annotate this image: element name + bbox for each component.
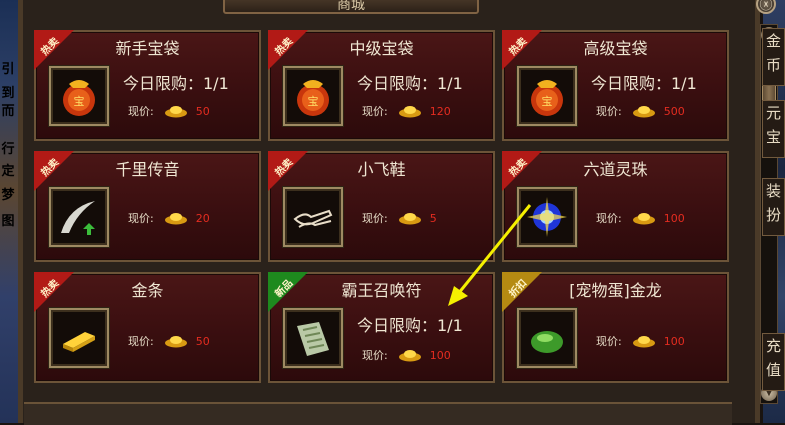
purchase-limit: 今日限购：1/1 (591, 74, 697, 93)
svg-text:宝: 宝 (74, 94, 85, 108)
price-row: 现价: 100 (596, 209, 685, 227)
price-label: 现价: (362, 105, 388, 118)
item-icon-slot[interactable] (517, 187, 577, 247)
item-name: 六道灵珠 (583, 160, 648, 179)
svg-text:宝: 宝 (308, 94, 319, 108)
price-label: 现价: (128, 335, 154, 348)
lucky-bag-icon: 宝 (297, 80, 329, 116)
shop-item-card[interactable]: 热卖 小飞鞋 现价: 5 (268, 151, 495, 262)
chat-glyph: 到 (1, 86, 15, 101)
price-label: 现价: (128, 212, 154, 225)
item-name: 金条 (131, 281, 164, 300)
price-row: 现价: 5 (362, 209, 437, 227)
shop-item-card[interactable]: 热卖 高级宝袋 宝 今日限购：1/1 现价: 500 (502, 30, 729, 141)
shop-window: 商城 ⓧ 热卖 新手宝袋 宝 今日限购：1/1 现价: 50 热卖 中级宝袋 宝… (18, 0, 778, 423)
item-icon-slot[interactable]: 宝 (283, 66, 343, 126)
flying-shoe-icon (293, 209, 333, 228)
lucky-bag-icon: 宝 (531, 80, 563, 116)
shop-item-card[interactable]: 折扣 [宠物蛋]金龙 现价: 100 (502, 272, 729, 383)
shop-bottom-bar (24, 402, 732, 425)
price-value: 100 (663, 334, 685, 348)
gold-ingot-icon (632, 106, 655, 118)
price-value: 120 (429, 104, 451, 118)
item-name: 千里传音 (115, 160, 180, 179)
item-name: 霸王召唤符 (341, 281, 422, 300)
item-icon-slot[interactable] (49, 187, 109, 247)
price-value: 20 (195, 211, 210, 225)
purchase-limit: 今日限购：1/1 (123, 74, 229, 93)
price-value: 100 (429, 348, 451, 362)
gold-ingot-icon (164, 106, 187, 118)
summon-talisman-icon (297, 322, 329, 356)
side-tab-yuanbao[interactable]: 元宝 (762, 100, 785, 158)
item-name: 新手宝袋 (115, 39, 180, 58)
item-icon-slot[interactable] (517, 308, 577, 368)
price-value: 500 (663, 104, 685, 118)
item-icon-slot[interactable] (283, 187, 343, 247)
horn-icon (61, 201, 95, 235)
price-label: 现价: (362, 349, 388, 362)
pet-egg-icon (531, 331, 563, 353)
game-world-left-edge: 引 到 而 行 定 梦 图 (0, 0, 18, 423)
price-row: 现价: 100 (362, 346, 451, 364)
chat-glyph: 而 (1, 104, 15, 119)
item-name: [宠物蛋]金龙 (569, 281, 662, 300)
price-label: 现价: (596, 105, 622, 118)
price-value: 100 (663, 211, 685, 225)
svg-text:宝: 宝 (542, 94, 553, 108)
gold-ingot-icon (398, 350, 421, 362)
gold-ingot-icon (398, 106, 421, 118)
purchase-limit: 今日限购：1/1 (357, 74, 463, 93)
side-tab-gold[interactable]: 金币 (762, 28, 785, 86)
price-label: 现价: (596, 212, 622, 225)
price-row: 现价: 500 (596, 102, 685, 120)
gold-ingot-icon (164, 213, 187, 225)
price-label: 现价: (128, 105, 154, 118)
shop-item-card[interactable]: 新品 霸王召唤符 今日限购：1/1 现价: 100 (268, 272, 495, 383)
spirit-orb-icon (527, 197, 567, 237)
gold-ingot-icon (398, 213, 421, 225)
shop-item-card[interactable]: 热卖 六道灵珠 现价: 100 (502, 151, 729, 262)
price-value: 5 (429, 211, 437, 225)
item-name: 小飞鞋 (357, 160, 406, 179)
chat-glyph: 行 (1, 142, 15, 157)
shop-title: 商城 (223, 0, 479, 14)
purchase-limit: 今日限购：1/1 (357, 316, 463, 335)
price-label: 现价: (596, 335, 622, 348)
price-value: 50 (195, 104, 210, 118)
item-name: 中级宝袋 (349, 39, 414, 58)
lucky-bag-icon: 宝 (63, 80, 95, 116)
item-icon-slot[interactable]: 宝 (49, 66, 109, 126)
price-label: 现价: (362, 212, 388, 225)
gold-bar-icon (63, 332, 95, 352)
price-value: 50 (195, 334, 210, 348)
gold-ingot-icon (632, 336, 655, 348)
gold-ingot-icon (164, 336, 187, 348)
side-tab-recharge[interactable]: 充值 (762, 333, 785, 391)
side-tab-costume[interactable]: 装扮 (762, 178, 785, 236)
item-name: 高级宝袋 (583, 39, 648, 58)
chat-glyph: 定 (1, 164, 15, 179)
price-row: 现价: 20 (128, 209, 210, 227)
chat-glyph: 引 (1, 62, 15, 77)
gold-ingot-icon (632, 213, 655, 225)
item-icon-slot[interactable] (49, 308, 109, 368)
shop-item-card[interactable]: 热卖 新手宝袋 宝 今日限购：1/1 现价: 50 (34, 30, 261, 141)
price-row: 现价: 50 (128, 102, 210, 120)
item-icon-slot[interactable] (283, 308, 343, 368)
price-row: 现价: 100 (596, 332, 685, 350)
shop-item-card[interactable]: 热卖 中级宝袋 宝 今日限购：1/1 现价: 120 (268, 30, 495, 141)
price-row: 现价: 50 (128, 332, 210, 350)
item-icon-slot[interactable]: 宝 (517, 66, 577, 126)
chat-glyph: 梦 (1, 188, 15, 203)
shop-item-card[interactable]: 热卖 千里传音 现价: 20 (34, 151, 261, 262)
shop-item-card[interactable]: 热卖 金条 现价: 50 (34, 272, 261, 383)
price-row: 现价: 120 (362, 102, 451, 120)
chat-glyph: 图 (1, 214, 15, 229)
